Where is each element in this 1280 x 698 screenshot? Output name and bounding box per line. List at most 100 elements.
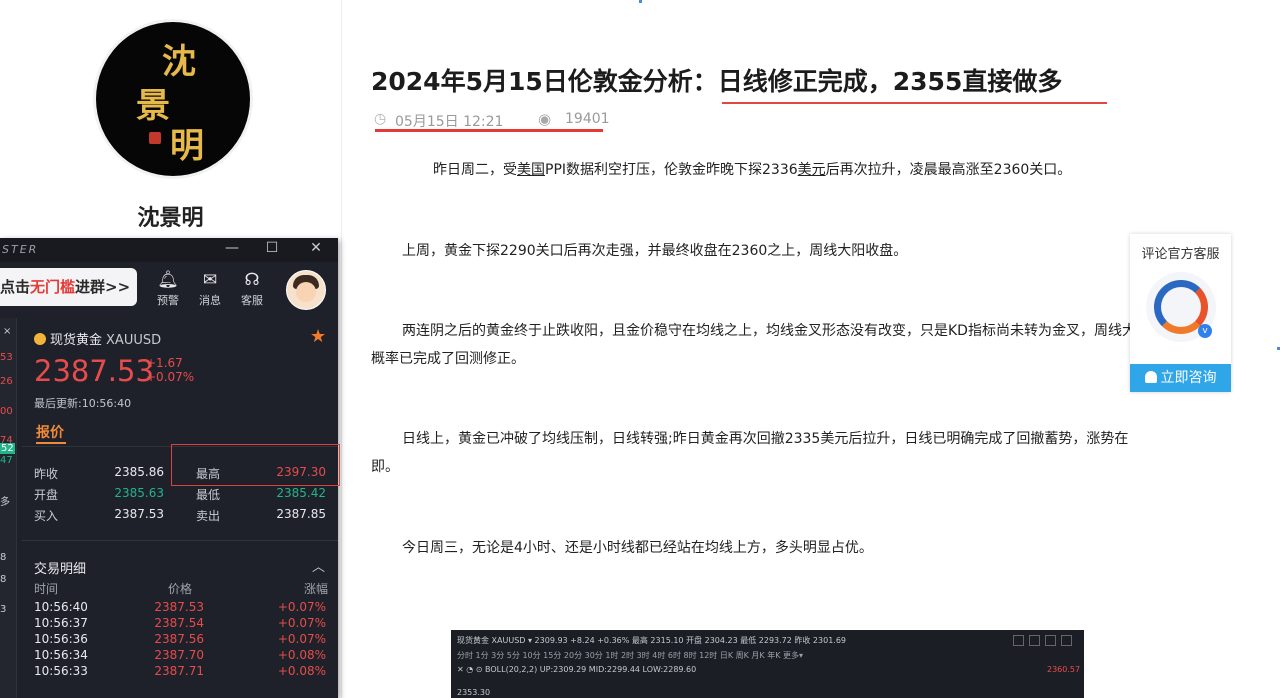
detail-change: +0.08% bbox=[277, 648, 326, 662]
quote-value: 2385.86 bbox=[114, 465, 164, 479]
avatar-watermark: FXB bbox=[218, 159, 240, 172]
headset-icon: ☊ bbox=[244, 270, 260, 290]
customer-service-widget: 评论官方客服 v 立即咨询 bbox=[1130, 234, 1231, 392]
chart-header: 现货黄金 XAUUSD ▾ 2309.93 +8.24 +0.36% 最高 23… bbox=[457, 636, 847, 645]
window-toolbar: 点击无门槛进群>> 🔔︎ 预警 ✉ 消息 ☊ 客服 bbox=[0, 262, 338, 314]
price-change: +1.67 +0.07% bbox=[146, 356, 194, 384]
change-percent: +0.07% bbox=[146, 370, 195, 384]
chat-icon bbox=[1144, 371, 1157, 383]
column-header-price: 价格 bbox=[168, 582, 193, 596]
detail-price: 2387.56 bbox=[154, 632, 204, 646]
title-annotation-underline bbox=[722, 102, 1107, 104]
window-title: STER bbox=[2, 243, 39, 256]
trade-detail-title: 交易明细 bbox=[34, 562, 87, 577]
mail-icon: ✉ bbox=[202, 270, 218, 290]
alert-label: 预警 bbox=[157, 294, 179, 307]
support-button[interactable]: ☊ 客服 bbox=[232, 270, 272, 308]
message-button[interactable]: ✉ 消息 bbox=[190, 270, 230, 308]
quote-panel: 现货黄金 XAUUSD ★ 2387.53 +1.67 +0.07% 最后更新:1… bbox=[22, 318, 338, 698]
detail-price: 2387.53 bbox=[154, 600, 204, 614]
chart-indicator: ✕ ◔ ⊙ BOLL(20,2,2) UP:2309.29 MID:2299.4… bbox=[457, 665, 697, 674]
window-titlebar[interactable]: STER — ☐ ✕ bbox=[0, 238, 338, 262]
article-paragraph: 昨日周二，受美国PPI数据利空打压，伦敦金昨晚下探2336美元后再次拉升，凌晨最… bbox=[371, 156, 1141, 184]
avatar-char: 沈 bbox=[162, 42, 196, 82]
column-header-change: 涨幅 bbox=[304, 582, 329, 596]
strip-value: 26 bbox=[0, 376, 13, 387]
detail-change: +0.07% bbox=[277, 616, 326, 630]
detail-time: 10:56:34 bbox=[34, 648, 88, 662]
detail-time: 10:56:33 bbox=[34, 664, 88, 678]
chevron-up-icon[interactable]: ︿ bbox=[312, 556, 325, 575]
strip-value: 3 bbox=[0, 604, 7, 615]
tab-quote[interactable]: 报价 bbox=[36, 422, 64, 442]
symbol-list-strip[interactable]: × 53 26 00 74 47 52 多 8 8 3 bbox=[0, 318, 17, 698]
join-group-banner[interactable]: 点击无门槛进群>> bbox=[0, 268, 137, 306]
avatar-char: 景 bbox=[136, 86, 170, 126]
column-header-time: 时间 bbox=[34, 582, 59, 596]
chart-price-label: 2360.57 bbox=[1047, 665, 1081, 674]
strip-value: 47 bbox=[0, 455, 13, 466]
para-text: PPI数据利空打压，伦敦金昨晚下探2336 bbox=[545, 162, 798, 178]
consult-label: 立即咨询 bbox=[1160, 370, 1217, 386]
minimize-button[interactable]: — bbox=[222, 240, 242, 256]
detail-time: 10:56:40 bbox=[34, 600, 88, 614]
quote-label: 买入 bbox=[34, 509, 59, 523]
detail-time: 10:56:36 bbox=[34, 632, 88, 646]
user-avatar[interactable] bbox=[286, 270, 326, 310]
article-paragraph: 日线上，黄金已冲破了均线压制，日线转强;昨日黄金再次回撤2335美元后拉升，日线… bbox=[371, 431, 1129, 475]
detail-time: 10:56:37 bbox=[34, 616, 88, 630]
last-update: 最后更新:10:56:40 bbox=[34, 397, 132, 410]
eye-icon: ◉ bbox=[538, 110, 552, 128]
chart-price-label: 2353.30 bbox=[457, 688, 491, 697]
author-name[interactable]: 沈景明 bbox=[0, 200, 341, 232]
avatar-char: 明 bbox=[170, 126, 204, 166]
avatar-face bbox=[296, 282, 316, 302]
promo-highlight: 无门槛 bbox=[30, 278, 76, 296]
favorite-star-icon[interactable]: ★ bbox=[310, 326, 326, 347]
inline-link[interactable]: 美元 bbox=[798, 162, 826, 178]
tool-icon bbox=[1029, 635, 1040, 646]
quote-value: 2385.42 bbox=[276, 486, 326, 500]
selection-handle[interactable] bbox=[639, 0, 642, 3]
message-label: 消息 bbox=[199, 294, 221, 307]
divider bbox=[22, 540, 338, 541]
article-paragraph: 上周，黄金下探2290关口后再次走强，并最终收盘在2360之上，周线大阳收盘。 bbox=[402, 243, 908, 259]
quote-label: 卖出 bbox=[196, 509, 221, 523]
inline-link[interactable]: 美国 bbox=[517, 162, 545, 178]
detail-price: 2387.71 bbox=[154, 664, 204, 678]
view-count: 19401 bbox=[565, 111, 610, 127]
strip-more[interactable]: 多 bbox=[0, 493, 10, 508]
publish-date: 05月15日 12:21 bbox=[395, 114, 504, 130]
change-value: +1.67 bbox=[146, 356, 183, 370]
chart-timeframes: 分时 1分 3分 5分 10分 15分 20分 30分 1时 2时 3时 4时 … bbox=[457, 651, 804, 660]
strip-value: 00 bbox=[0, 406, 13, 417]
seal-stamp bbox=[149, 132, 161, 144]
meta-annotation-underline bbox=[375, 129, 603, 132]
tool-icon bbox=[1013, 635, 1024, 646]
promo-suffix: 进群>> bbox=[75, 278, 131, 296]
chart-screenshot[interactable]: 现货黄金 XAUUSD ▾ 2309.93 +8.24 +0.36% 最高 23… bbox=[451, 630, 1084, 698]
tool-icon bbox=[1061, 635, 1072, 646]
verified-icon: v bbox=[1198, 324, 1212, 338]
promo-prefix: 点击 bbox=[0, 278, 31, 296]
symbol-code: XAUUSD bbox=[106, 333, 162, 348]
consult-button[interactable]: 立即咨询 bbox=[1130, 364, 1231, 392]
quote-label: 昨收 bbox=[34, 467, 59, 481]
symbol-header: 现货黄金 XAUUSD bbox=[34, 329, 161, 348]
clock-icon: ◷ bbox=[374, 111, 387, 127]
gold-coin-icon bbox=[34, 333, 46, 345]
current-price: 2387.53 bbox=[34, 354, 154, 388]
quote-value: 2385.63 bbox=[114, 486, 164, 500]
strip-value: 53 bbox=[0, 352, 13, 363]
maximize-button[interactable]: ☐ bbox=[262, 240, 282, 256]
article-paragraph: 今日周三，无论是4小时、还是小时线都已经站在均线上方，多头明显占优。 bbox=[402, 540, 873, 556]
quote-value: 2387.53 bbox=[114, 507, 164, 521]
author-avatar[interactable]: 沈 景 明 FXB bbox=[96, 22, 250, 176]
close-button[interactable]: ✕ bbox=[306, 240, 326, 256]
quote-label: 最低 bbox=[196, 488, 221, 502]
strip-close-icon[interactable]: × bbox=[3, 326, 11, 337]
alert-button[interactable]: 🔔︎ 预警 bbox=[148, 270, 188, 308]
detail-change: +0.07% bbox=[277, 632, 326, 646]
quote-value: 2387.85 bbox=[276, 507, 326, 521]
high-price-highlight bbox=[171, 444, 340, 486]
